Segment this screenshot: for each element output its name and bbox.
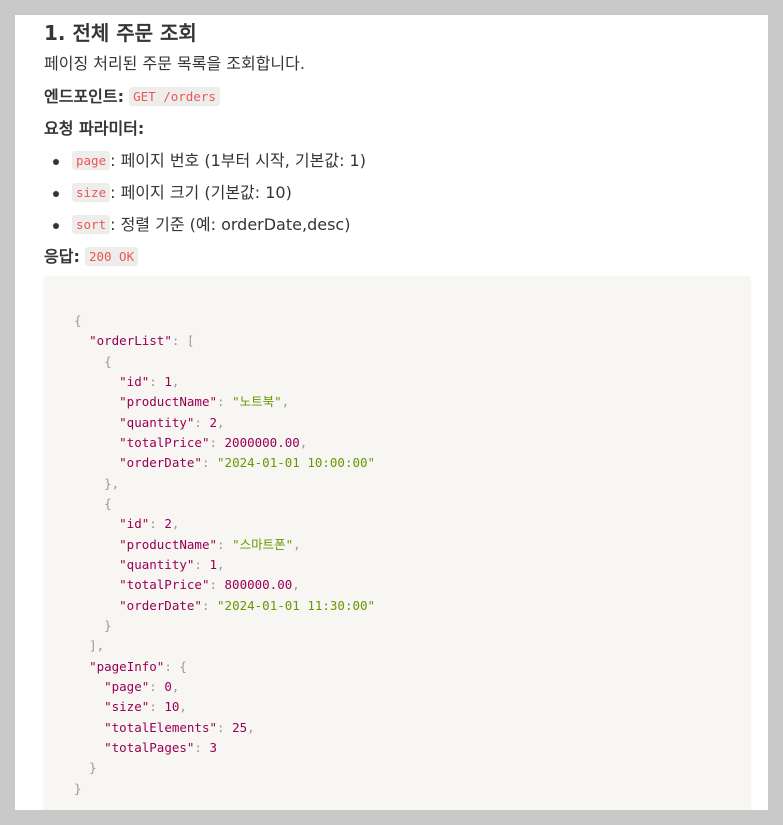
response-code-block[interactable]: { "orderList": [ { "id": 1, "productName… xyxy=(43,276,751,810)
param-name: sort xyxy=(72,215,111,234)
param-desc: : 정렬 기준 (예: orderDate,desc) xyxy=(110,215,351,234)
section-description: 페이징 처리된 주문 목록을 조회합니다. xyxy=(44,54,305,73)
response-label: 응답: xyxy=(44,247,80,266)
param-name: size xyxy=(72,183,111,202)
bullet xyxy=(53,223,59,229)
bullet xyxy=(53,159,59,165)
response-status-code: 200 OK xyxy=(84,247,139,266)
param-desc: : 페이지 번호 (1부터 시작, 기본값: 1) xyxy=(110,151,366,170)
param-name: page xyxy=(72,151,111,170)
response-line: 응답: 200 OK xyxy=(44,245,139,270)
document-page: 1. 전체 주문 조회 페이징 처리된 주문 목록을 조회합니다. 엔드포인트:… xyxy=(15,15,768,810)
param-desc: : 페이지 크기 (기본값: 10) xyxy=(110,183,292,202)
endpoint-line: 엔드포인트: GET /orders xyxy=(44,85,220,110)
endpoint-label: 엔드포인트: xyxy=(44,87,124,106)
params-label: 요청 파라미터: xyxy=(44,119,145,138)
section-heading: 1. 전체 주문 조회 xyxy=(44,21,197,45)
bullet xyxy=(53,191,59,197)
response-json: { "orderList": [ { "id": 1, "productName… xyxy=(74,313,376,796)
endpoint-code: GET /orders xyxy=(129,87,220,106)
